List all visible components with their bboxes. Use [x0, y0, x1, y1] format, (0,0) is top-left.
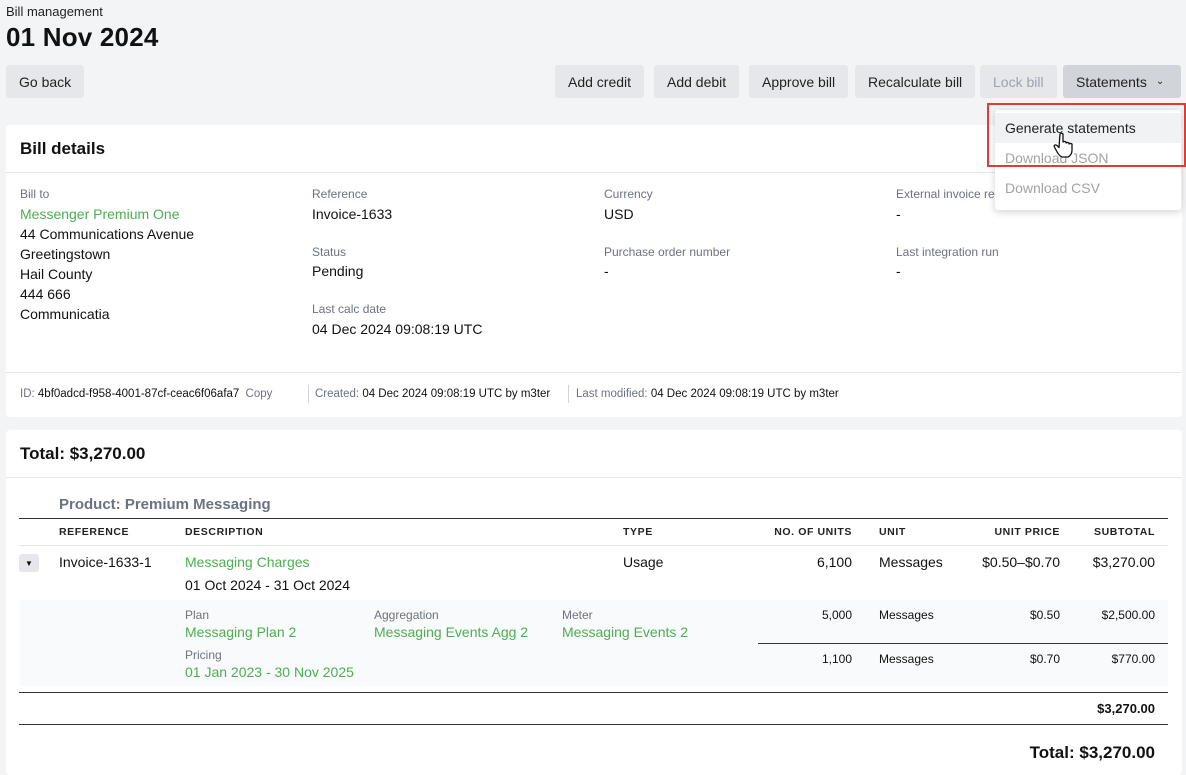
breadcrumb: Bill management	[6, 4, 103, 19]
product-total: $3,270.00	[1097, 701, 1155, 716]
col-header: SUBTOTAL	[1094, 526, 1155, 538]
divider	[19, 518, 1168, 519]
address-line: 444 666	[20, 286, 71, 302]
address-line: Hail County	[20, 266, 93, 282]
chevron-down-icon: ⌄	[1155, 76, 1165, 87]
copy-link[interactable]: Copy	[246, 388, 273, 400]
id-value: 4bf0adcd-f958-4001-87cf-ceac6f06afa7	[37, 388, 240, 400]
modified-value: 04 Dec 2024 09:08:19 UTC by m3ter	[650, 388, 839, 400]
created-value: 04 Dec 2024 09:08:19 UTC by m3ter	[362, 388, 551, 400]
address-line: Greetingstown	[20, 246, 111, 262]
grand-total: Total: $3,270.00	[1029, 743, 1155, 762]
tier-subtotal: $2,500.00	[1101, 608, 1155, 622]
po-number-label: Purchase order number	[604, 245, 731, 259]
go-back-button[interactable]: Go back	[6, 65, 85, 98]
statements-label: Statements	[1076, 73, 1147, 90]
meter-link[interactable]: Messaging Events 2	[562, 624, 688, 640]
hand-cursor-icon	[1053, 132, 1073, 158]
address-line: Communicatia	[20, 306, 110, 322]
divider	[6, 477, 1182, 478]
bill-id: ID: 4bf0adcd-f958-4001-87cf-ceac6f06afa7…	[20, 388, 272, 400]
divider	[19, 545, 1168, 546]
statements-button[interactable]: Statements ⌄	[1063, 65, 1181, 98]
row-type: Usage	[623, 554, 664, 570]
row-unit: Messages	[879, 554, 943, 570]
bill-to-label: Bill to	[20, 187, 50, 201]
tier-unit: Messages	[879, 608, 934, 622]
divider	[568, 385, 569, 403]
menu-item-download-csv[interactable]: Download CSV	[995, 173, 1181, 203]
divider	[19, 724, 1168, 725]
aggregation-link[interactable]: Messaging Events Agg 2	[374, 624, 528, 640]
total-title: Total: $3,270.00	[20, 444, 146, 463]
approve-bill-button[interactable]: Approve bill	[749, 65, 849, 98]
tier-subtotal: $770.00	[1111, 652, 1155, 666]
menu-item-download-json[interactable]: Download JSON	[995, 143, 1181, 173]
external-invoice-label: External invoice re	[896, 187, 995, 201]
col-header: REFERENCE	[59, 526, 130, 538]
divider	[6, 372, 1182, 373]
lock-bill-button[interactable]: Lock bill	[980, 65, 1057, 98]
modified-info: Last modified: 04 Dec 2024 09:08:19 UTC …	[576, 388, 839, 400]
external-invoice-value: -	[896, 206, 901, 222]
add-debit-button[interactable]: Add debit	[654, 65, 740, 98]
row-reference: Invoice-1633-1	[59, 554, 152, 570]
last-calc-value: 04 Dec 2024 09:08:19 UTC	[312, 321, 483, 337]
status-label: Status	[312, 245, 347, 259]
col-header: DESCRIPTION	[185, 526, 264, 538]
tier-units: 1,100	[821, 652, 852, 666]
add-credit-button[interactable]: Add credit	[555, 65, 645, 98]
last-calc-label: Last calc date	[312, 302, 387, 316]
tier-units: 5,000	[821, 608, 852, 622]
row-subtotal: $3,270.00	[1092, 554, 1155, 570]
created-info: Created: 04 Dec 2024 09:08:19 UTC by m3t…	[315, 388, 550, 400]
bill-to-link[interactable]: Messenger Premium One	[20, 206, 180, 222]
integration-run-label: Last integration run	[896, 245, 999, 259]
expand-toggle-icon[interactable]: ▼	[19, 554, 39, 572]
product-heading: Product: Premium Messaging	[59, 496, 271, 513]
status-value: Pending	[312, 263, 364, 279]
col-header: UNIT	[879, 526, 906, 538]
row-units: 6,100	[816, 554, 852, 570]
aggregation-label: Aggregation	[374, 608, 439, 622]
row-description-link[interactable]: Messaging Charges	[185, 554, 310, 570]
plan-label: Plan	[185, 608, 210, 622]
plan-link[interactable]: Messaging Plan 2	[185, 624, 296, 640]
reference-value: Invoice-1633	[312, 206, 393, 222]
page-title: 01 Nov 2024	[6, 22, 159, 52]
pricing-label: Pricing	[185, 648, 222, 662]
divider	[19, 692, 1168, 693]
currency-label: Currency	[604, 187, 653, 201]
modified-label: Last modified:	[576, 388, 648, 400]
integration-run-value: -	[896, 263, 901, 279]
divider	[308, 385, 309, 403]
divider	[758, 643, 1168, 644]
statements-menu: Generate statements Download JSON Downlo…	[995, 110, 1181, 210]
address-line: 44 Communications Avenue	[20, 226, 195, 242]
col-header: UNIT PRICE	[994, 526, 1060, 538]
po-number-value: -	[604, 263, 609, 279]
menu-item-generate-statements[interactable]: Generate statements	[995, 113, 1181, 143]
created-label: Created:	[315, 388, 360, 400]
pricing-link[interactable]: 01 Jan 2023 - 30 Nov 2025	[185, 664, 354, 680]
bill-details-title: Bill details	[20, 139, 106, 158]
reference-label: Reference	[312, 187, 368, 201]
row-period: 01 Oct 2024 - 31 Oct 2024	[185, 577, 350, 593]
col-header: NO. OF UNITS	[774, 526, 852, 538]
id-label: ID:	[20, 388, 35, 400]
currency-value: USD	[604, 206, 634, 222]
meter-label: Meter	[562, 608, 593, 622]
tier-unit: Messages	[879, 652, 934, 666]
col-header: TYPE	[623, 526, 653, 538]
recalculate-bill-button[interactable]: Recalculate bill	[855, 65, 976, 98]
